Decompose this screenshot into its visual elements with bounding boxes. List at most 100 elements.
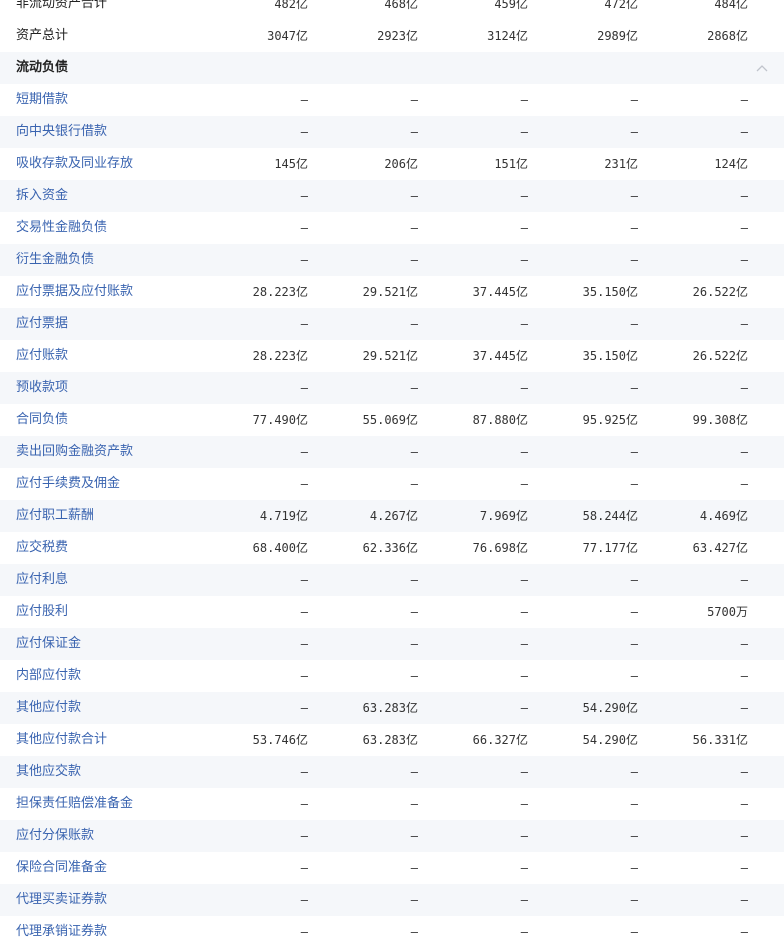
cell-value: 468亿 bbox=[384, 0, 418, 11]
cell-value: — bbox=[740, 797, 748, 811]
table-row: 应付职工薪酬 4.719亿 4.267亿 7.969亿 58.244亿 4.469亿 bbox=[0, 500, 784, 532]
row-label-link[interactable]: 向中央银行借款 bbox=[16, 116, 107, 148]
cell-value: 482亿 bbox=[274, 0, 308, 11]
row-label-link[interactable]: 保险合同准备金 bbox=[16, 852, 107, 884]
row-label-link[interactable]: 应付账款 bbox=[16, 340, 68, 372]
row-label: 资产总计 bbox=[16, 28, 69, 43]
table-row: 应付股利 — — — — 5700万 bbox=[0, 596, 784, 628]
row-label-link[interactable]: 其他应付款 bbox=[16, 692, 81, 724]
row-label-link[interactable]: 应付票据 bbox=[16, 308, 68, 340]
row-label-link[interactable]: 应付股利 bbox=[16, 596, 68, 628]
row-label-link[interactable]: 内部应付款 bbox=[16, 660, 81, 692]
cell-value: — bbox=[740, 701, 748, 715]
row-label-link[interactable]: 代理承销证券款 bbox=[16, 916, 107, 948]
cell-value: — bbox=[300, 477, 308, 491]
row-label-link[interactable]: 交易性金融负债 bbox=[16, 212, 107, 244]
collapse-toggle[interactable] bbox=[752, 52, 772, 84]
cell-value: — bbox=[410, 125, 418, 139]
table-row: 交易性金融负债 — — — — — bbox=[0, 212, 784, 244]
section-title: 流动负债 bbox=[16, 60, 69, 75]
cell-value: 37.445亿 bbox=[472, 285, 528, 299]
cell-value: 66.327亿 bbox=[472, 733, 528, 747]
cell-value: — bbox=[410, 765, 418, 779]
cell-value: — bbox=[300, 893, 308, 907]
cell-value: — bbox=[410, 93, 418, 107]
row-label-link[interactable]: 合同负债 bbox=[16, 404, 68, 436]
table-row: 合同负债 77.490亿 55.069亿 87.880亿 95.925亿 99.308亿 bbox=[0, 404, 784, 436]
cell-value: — bbox=[410, 477, 418, 491]
row-label-link[interactable]: 应交税费 bbox=[16, 532, 68, 564]
row-label-link[interactable]: 卖出回购金融资产款 bbox=[16, 436, 133, 468]
row-label-link[interactable]: 衍生金融负债 bbox=[16, 244, 94, 276]
cell-value: 26.522亿 bbox=[692, 349, 748, 363]
row-label-link[interactable]: 其他应付款合计 bbox=[16, 724, 107, 756]
row-label-link[interactable]: 应付利息 bbox=[16, 564, 68, 596]
cell-value: — bbox=[630, 317, 638, 331]
cell-value: — bbox=[630, 573, 638, 587]
cell-value: — bbox=[410, 893, 418, 907]
cell-value: — bbox=[520, 605, 528, 619]
table-row: 其他应交款 — — — — — bbox=[0, 756, 784, 788]
cell-value: — bbox=[300, 125, 308, 139]
cell-value: — bbox=[740, 477, 748, 491]
row-label-link[interactable]: 拆入资金 bbox=[16, 180, 68, 212]
cell-value: 28.223亿 bbox=[252, 285, 308, 299]
row-label-link[interactable]: 应付票据及应付账款 bbox=[16, 276, 133, 308]
table-row: 应付保证金 — — — — — bbox=[0, 628, 784, 660]
cell-value: 63.283亿 bbox=[362, 701, 418, 715]
cell-value: — bbox=[410, 637, 418, 651]
cell-value: — bbox=[410, 605, 418, 619]
cell-value: — bbox=[520, 893, 528, 907]
row-label-link[interactable]: 担保责任赔偿准备金 bbox=[16, 788, 133, 820]
cell-value: — bbox=[300, 765, 308, 779]
row-label-link[interactable]: 应付分保账款 bbox=[16, 820, 94, 852]
cell-value: 145亿 bbox=[274, 157, 308, 171]
asset-summary-rows: 非流动资产合计 482亿 468亿 459亿 472亿 484亿 资产总计 3047亿 2923… bbox=[0, 0, 784, 52]
cell-value: 76.698亿 bbox=[472, 541, 528, 555]
cell-value: — bbox=[300, 381, 308, 395]
cell-value: 472亿 bbox=[604, 0, 638, 11]
cell-value: — bbox=[630, 925, 638, 939]
table-row: 应付利息 — — — — — bbox=[0, 564, 784, 596]
cell-value: 4.719亿 bbox=[259, 509, 308, 523]
cell-value: 35.150亿 bbox=[582, 349, 638, 363]
cell-value: 3047亿 bbox=[267, 29, 308, 43]
cell-value: — bbox=[410, 221, 418, 235]
cell-value: — bbox=[410, 669, 418, 683]
cell-value: 124亿 bbox=[714, 157, 748, 171]
cell-value: 37.445亿 bbox=[472, 349, 528, 363]
cell-value: — bbox=[740, 893, 748, 907]
cell-value: — bbox=[740, 221, 748, 235]
cell-value: — bbox=[300, 253, 308, 267]
row-label-link[interactable]: 应付手续费及佣金 bbox=[16, 468, 120, 500]
cell-value: — bbox=[740, 381, 748, 395]
row-label-link[interactable]: 吸收存款及同业存放 bbox=[16, 148, 133, 180]
cell-value: — bbox=[740, 925, 748, 939]
row-label-link[interactable]: 代理买卖证券款 bbox=[16, 884, 107, 916]
cell-value: — bbox=[300, 925, 308, 939]
table-row: 拆入资金 — — — — — bbox=[0, 180, 784, 212]
cell-value: — bbox=[300, 317, 308, 331]
cell-value: — bbox=[740, 765, 748, 779]
table-row: 衍生金融负债 — — — — — bbox=[0, 244, 784, 276]
cell-value: — bbox=[520, 637, 528, 651]
cell-value: — bbox=[520, 253, 528, 267]
cell-value: 151亿 bbox=[494, 157, 528, 171]
table-row: 应付票据 — — — — — bbox=[0, 308, 784, 340]
row-label-link[interactable]: 应付保证金 bbox=[16, 628, 81, 660]
cell-value: — bbox=[630, 381, 638, 395]
row-label-link[interactable]: 短期借款 bbox=[16, 84, 68, 116]
balance-sheet-table: 非流动资产合计 482亿 468亿 459亿 472亿 484亿 资产总计 3047亿 2923… bbox=[0, 0, 784, 948]
row-label-link[interactable]: 应付职工薪酬 bbox=[16, 500, 94, 532]
cell-value: — bbox=[520, 861, 528, 875]
cell-value: 77.490亿 bbox=[252, 413, 308, 427]
cell-value: 35.150亿 bbox=[582, 285, 638, 299]
cell-value: — bbox=[630, 637, 638, 651]
row-label-link[interactable]: 预收款项 bbox=[16, 372, 68, 404]
cell-value: — bbox=[410, 797, 418, 811]
cell-value: — bbox=[520, 381, 528, 395]
table-row: 代理承销证券款 — — — — — bbox=[0, 916, 784, 948]
row-label-link[interactable]: 其他应交款 bbox=[16, 756, 81, 788]
cell-value: — bbox=[630, 445, 638, 459]
cell-value: — bbox=[520, 669, 528, 683]
